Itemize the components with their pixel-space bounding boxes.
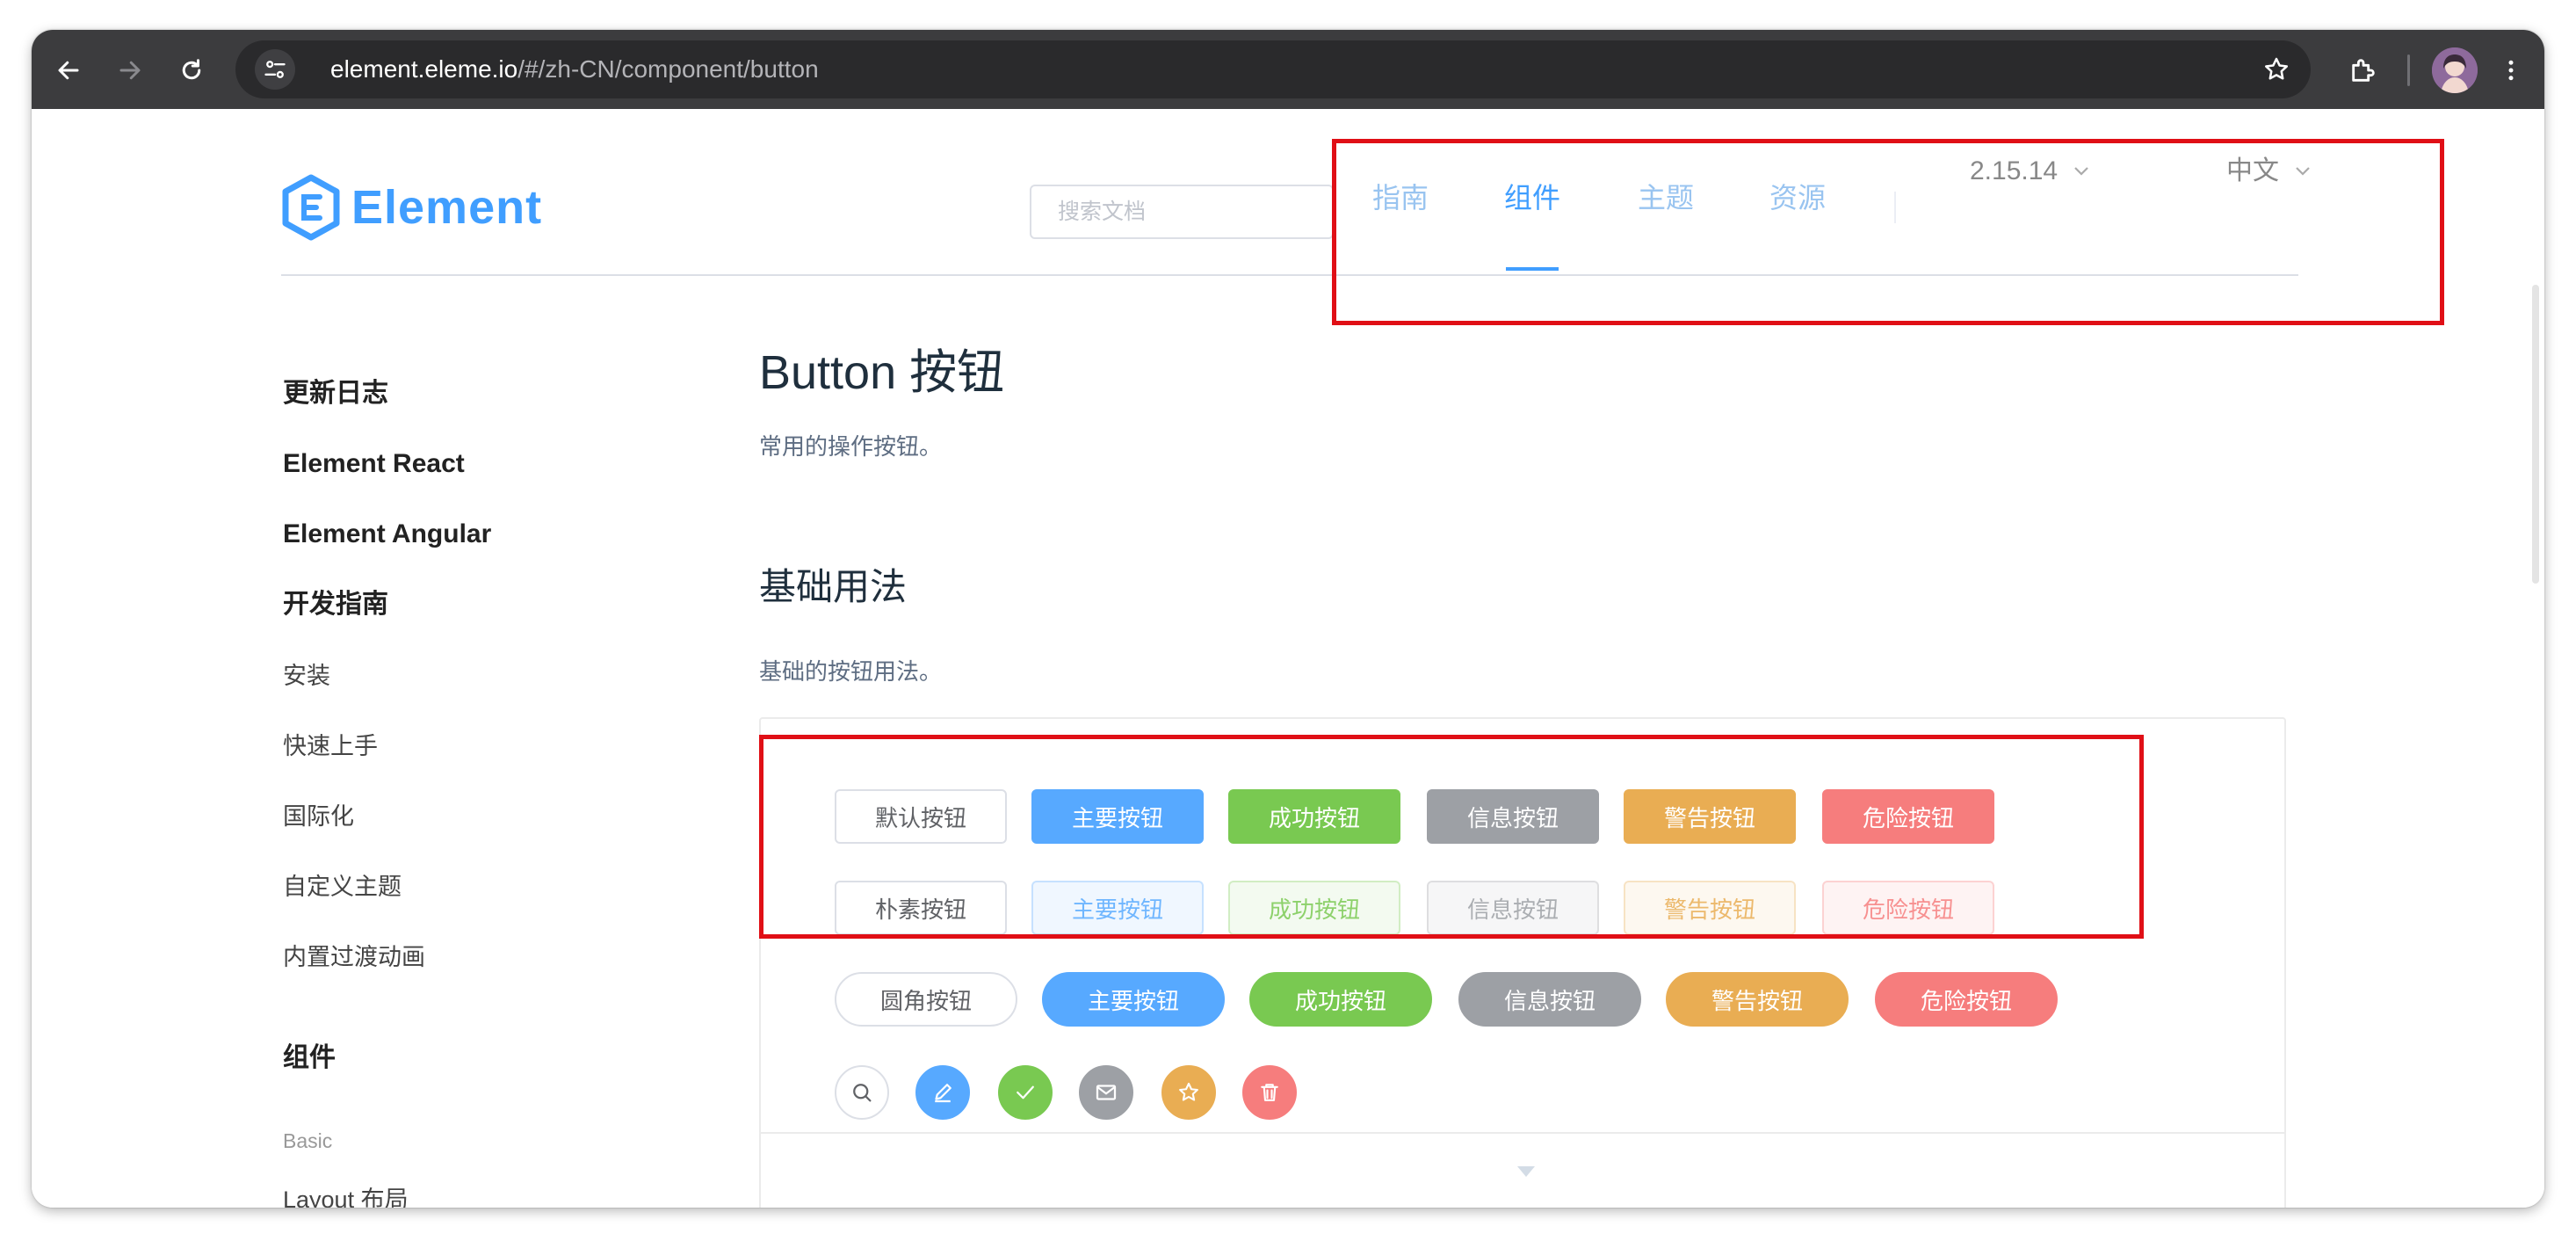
message-icon: [1096, 1085, 1117, 1100]
sidebar-item[interactable]: 内置过渡动画: [283, 940, 425, 974]
sidebar-item[interactable]: 快速上手: [283, 729, 378, 763]
page-viewport: Element 指南 组件 主题 资源 2.15.14 中文 更新日志Eleme…: [32, 109, 2544, 1208]
kebab-menu-icon: [2508, 60, 2514, 81]
check-icon: [1017, 1085, 1034, 1099]
sidebar-item[interactable]: 自定义主题: [283, 870, 402, 904]
circle-warning-button[interactable]: [1161, 1065, 1216, 1120]
round-success-button[interactable]: 成功按钮: [1249, 972, 1432, 1027]
sidebar-item[interactable]: 安装: [283, 659, 330, 693]
reload-icon: [182, 59, 201, 80]
url-text[interactable]: element.eleme.io/#/zh-CN/component/butto…: [330, 54, 819, 84]
bookmark-button[interactable]: [2256, 49, 2297, 90]
browser-toolbar: element.eleme.io/#/zh-CN/component/butto…: [32, 30, 2544, 109]
round-info-button[interactable]: 信息按钮: [1458, 972, 1641, 1027]
tune-icon: [264, 61, 286, 78]
round-default-button[interactable]: 圆角按钮: [835, 972, 1017, 1027]
sidebar-group-label: Basic: [283, 1129, 333, 1152]
expand-code-toggle[interactable]: [1516, 1165, 1536, 1182]
element-logo[interactable]: Element: [281, 172, 542, 243]
round-warning-button[interactable]: 警告按钮: [1666, 972, 1849, 1027]
search-input[interactable]: [1030, 185, 1334, 239]
reload-button[interactable]: [169, 47, 214, 93]
demo-footer-divider: [761, 1132, 2284, 1134]
highlight-box-buttons: [759, 735, 2144, 939]
caret-down-icon: [1517, 1166, 1535, 1177]
forward-button[interactable]: [107, 47, 153, 93]
circle-default-button[interactable]: [835, 1065, 889, 1120]
extensions-button[interactable]: [2341, 47, 2386, 93]
address-bar[interactable]: element.eleme.io/#/zh-CN/component/butto…: [235, 40, 2311, 98]
hexagon-logo-icon: [282, 174, 340, 241]
sidebar-heading[interactable]: 更新日志: [283, 376, 388, 411]
round-primary-button[interactable]: 主要按钮: [1042, 972, 1225, 1027]
circle-success-button[interactable]: [998, 1065, 1053, 1120]
logo-text: Element: [351, 181, 543, 234]
profile-avatar[interactable]: [2432, 47, 2478, 93]
toolbar-divider: [2407, 54, 2410, 86]
circle-danger-button[interactable]: [1242, 1065, 1297, 1120]
delete-icon: [1261, 1084, 1278, 1101]
round-danger-button[interactable]: 危险按钮: [1875, 972, 2058, 1027]
section-description: 基础的按钮用法。: [759, 658, 943, 685]
back-button[interactable]: [46, 47, 91, 93]
star-icon: [1179, 1082, 1198, 1101]
section-title: 基础用法: [759, 566, 908, 607]
page-scrollbar[interactable]: [2532, 285, 2539, 584]
sidebar-heading[interactable]: 开发指南: [283, 587, 388, 622]
sidebar-item[interactable]: Layout 布局: [283, 1183, 409, 1208]
highlight-box-nav: [1332, 139, 2444, 325]
arrow-right-icon: [119, 61, 141, 80]
url-path: /#/zh-CN/component/button: [517, 55, 819, 83]
edit-icon: [935, 1084, 952, 1103]
circle-info-button[interactable]: [1079, 1065, 1133, 1120]
url-host: element.eleme.io: [330, 55, 518, 83]
browser-menu-button[interactable]: [2488, 47, 2534, 93]
avatar-icon: [2432, 47, 2478, 93]
sidebar-heading[interactable]: Element Angular: [283, 517, 491, 552]
puzzle-icon: [2352, 59, 2375, 82]
site-info-button[interactable]: [255, 49, 295, 90]
browser-window: element.eleme.io/#/zh-CN/component/butto…: [32, 30, 2544, 1208]
circle-primary-button[interactable]: [915, 1065, 970, 1120]
search-icon: [853, 1084, 872, 1102]
sidebar-heading[interactable]: 组件: [283, 1041, 336, 1076]
sidebar-heading[interactable]: Element React: [283, 446, 465, 482]
star-outline-icon: [2265, 57, 2288, 80]
page-description: 常用的操作按钮。: [759, 433, 943, 460]
sidebar-item[interactable]: 国际化: [283, 800, 354, 833]
page-title: Button 按钮: [759, 346, 1005, 399]
arrow-left-icon: [58, 61, 79, 80]
